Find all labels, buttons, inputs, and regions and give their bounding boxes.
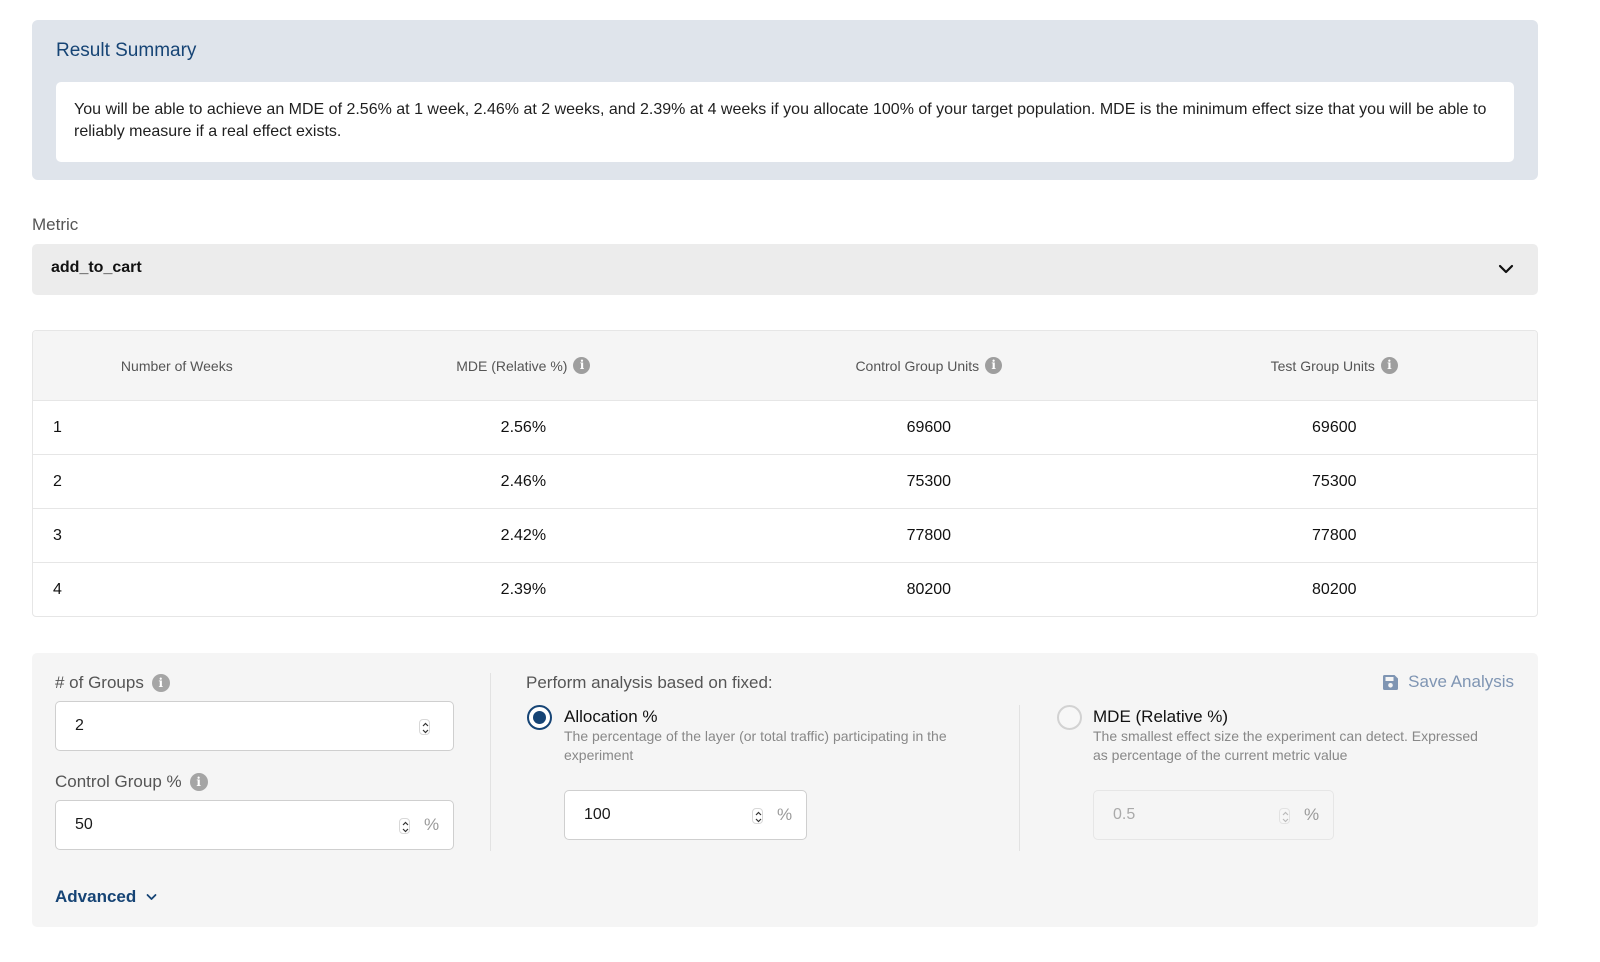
analysis-config-panel: # of Groups i 2 Control Group % i 50 % P… bbox=[32, 653, 1538, 927]
cell-test-units: 77800 bbox=[1312, 526, 1357, 544]
allocation-input-value: 100 bbox=[584, 806, 611, 823]
stepper-icon[interactable] bbox=[399, 818, 410, 834]
cell-weeks: 3 bbox=[53, 526, 62, 544]
groups-input[interactable]: 2 bbox=[55, 701, 454, 751]
mde-option-title: MDE (Relative %) bbox=[1093, 707, 1229, 726]
column-header-test-units: Test Group Units i bbox=[1132, 357, 1537, 374]
mde-radio[interactable] bbox=[1057, 705, 1082, 730]
control-group-label: Control Group % i bbox=[55, 772, 208, 792]
chevron-down-icon bbox=[146, 894, 157, 900]
cell-control-units: 80200 bbox=[906, 581, 952, 598]
column-header-label: MDE (Relative %) bbox=[456, 357, 568, 374]
info-icon[interactable]: i bbox=[985, 357, 1003, 374]
percent-suffix: % bbox=[777, 805, 793, 824]
allocation-radio[interactable] bbox=[527, 705, 552, 730]
divider bbox=[490, 673, 491, 851]
table-row: 1 2.56% 69600 69600 bbox=[33, 401, 1537, 455]
control-group-input-value: 50 bbox=[75, 816, 93, 833]
cell-control-units: 75300 bbox=[906, 472, 952, 490]
advanced-label: Advanced bbox=[55, 887, 137, 906]
result-summary-title: Result Summary bbox=[56, 40, 197, 61]
metric-selected-value: add_to_cart bbox=[51, 259, 142, 276]
mde-option-description: The smallest effect size the experiment … bbox=[1093, 728, 1478, 763]
column-header-label: Control Group Units bbox=[855, 357, 980, 374]
table-row: 4 2.39% 80200 80200 bbox=[33, 563, 1537, 616]
table-header: Number of Weeks MDE (Relative %) i Contro… bbox=[33, 331, 1537, 401]
cell-mde: 2.46% bbox=[500, 472, 547, 490]
cell-control-units: 69600 bbox=[906, 418, 952, 436]
table-row: 2 2.46% 75300 75300 bbox=[33, 455, 1537, 509]
control-group-input[interactable]: 50 % bbox=[55, 800, 454, 850]
allocation-option-description: The percentage of the layer (or total tr… bbox=[564, 728, 947, 763]
chevron-down-icon bbox=[1498, 264, 1514, 274]
result-summary-text: You will be able to achieve an MDE of 2.… bbox=[56, 82, 1514, 162]
percent-suffix: % bbox=[424, 815, 440, 834]
cell-test-units: 69600 bbox=[1312, 418, 1357, 436]
column-header-weeks: Number of Weeks bbox=[33, 358, 321, 374]
metric-label: Metric bbox=[32, 215, 79, 234]
info-icon[interactable]: i bbox=[151, 674, 170, 692]
save-analysis-button[interactable]: Save Analysis bbox=[1382, 672, 1514, 692]
stepper-icon[interactable] bbox=[752, 808, 763, 824]
groups-label: # of Groups i bbox=[55, 673, 170, 693]
metric-select[interactable]: add_to_cart bbox=[32, 244, 1538, 295]
result-summary-panel: Result Summary You will be able to achie… bbox=[32, 20, 1538, 180]
cell-mde: 2.42% bbox=[500, 526, 547, 544]
cell-weeks: 2 bbox=[53, 472, 62, 490]
cell-weeks: 4 bbox=[53, 581, 62, 598]
groups-label-text: # of Groups bbox=[55, 673, 144, 692]
control-group-label-text: Control Group % bbox=[55, 772, 182, 791]
cell-weeks: 1 bbox=[53, 418, 62, 436]
table-row: 3 2.42% 77800 77800 bbox=[33, 509, 1537, 563]
fixed-analysis-heading: Perform analysis based on fixed: bbox=[526, 673, 773, 692]
stepper-icon[interactable] bbox=[419, 719, 430, 735]
save-analysis-label: Save Analysis bbox=[1408, 672, 1514, 691]
allocation-option-title: Allocation % bbox=[564, 707, 658, 726]
cell-mde: 2.56% bbox=[500, 418, 547, 436]
info-icon[interactable]: i bbox=[189, 773, 208, 791]
divider bbox=[1019, 705, 1020, 851]
save-icon bbox=[1383, 674, 1399, 690]
allocation-input[interactable]: 100 % bbox=[564, 790, 807, 840]
percent-suffix: % bbox=[1304, 805, 1320, 824]
mde-input-value: 0.5 bbox=[1113, 806, 1136, 823]
column-header-label: Test Group Units bbox=[1270, 357, 1375, 374]
advanced-toggle[interactable]: Advanced bbox=[55, 887, 157, 907]
mde-input[interactable]: 0.5 % bbox=[1093, 790, 1334, 840]
cell-test-units: 75300 bbox=[1312, 472, 1357, 490]
groups-input-value: 2 bbox=[75, 717, 84, 734]
results-table: Number of Weeks MDE (Relative %) i Contro… bbox=[32, 330, 1538, 617]
cell-control-units: 77800 bbox=[906, 526, 952, 544]
stepper-icon[interactable] bbox=[1279, 808, 1290, 824]
column-header-control-units: Control Group Units i bbox=[726, 357, 1131, 374]
column-header-label: Number of Weeks bbox=[120, 357, 233, 374]
cell-mde: 2.39% bbox=[500, 581, 547, 598]
info-icon[interactable]: i bbox=[1380, 357, 1398, 374]
cell-test-units: 80200 bbox=[1312, 581, 1357, 598]
info-icon[interactable]: i bbox=[573, 357, 591, 374]
column-header-mde: MDE (Relative %) i bbox=[321, 357, 726, 374]
